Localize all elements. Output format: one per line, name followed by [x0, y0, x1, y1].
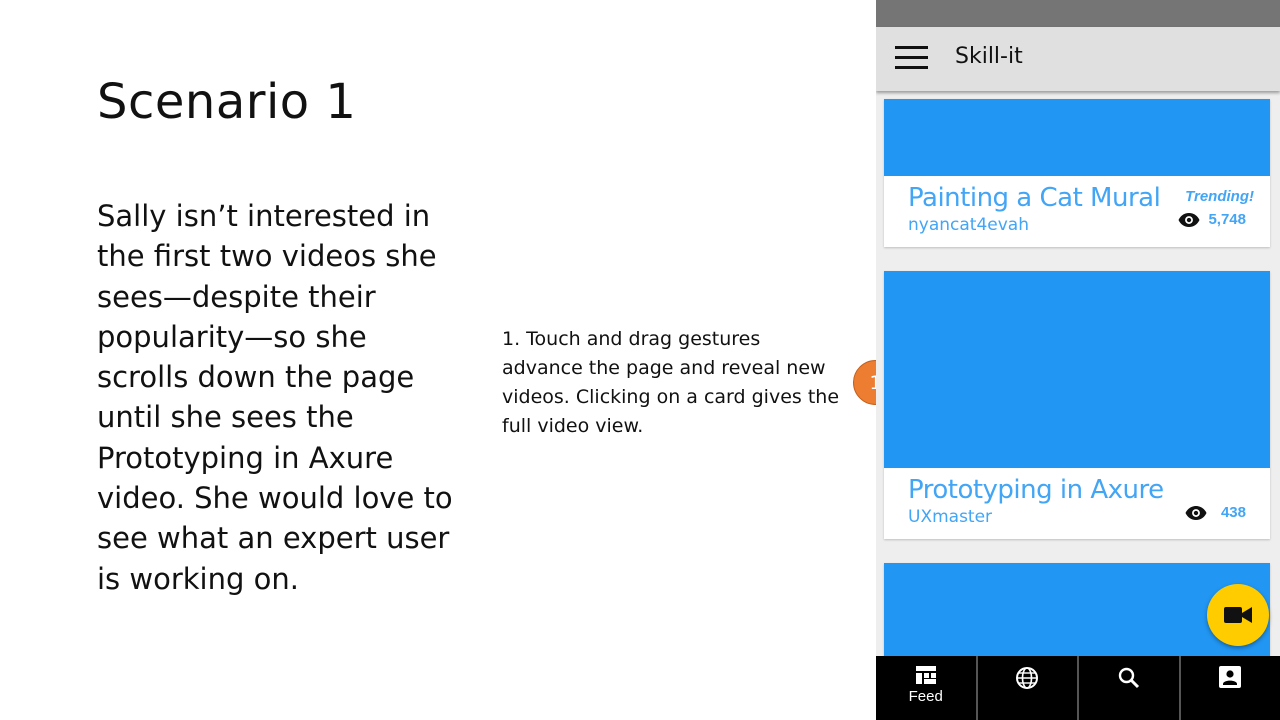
- app-bar: Skill-it: [876, 27, 1280, 91]
- bottom-navigation: Feed: [876, 656, 1280, 720]
- nav-feed[interactable]: Feed: [876, 656, 978, 720]
- phone-mockup: Skill-it Painting a Cat Mural nyancat4ev…: [876, 0, 1280, 720]
- video-thumbnail[interactable]: [884, 271, 1270, 468]
- account-box-icon: [1219, 666, 1242, 688]
- view-count-value: 438: [1220, 504, 1246, 521]
- globe-icon: [1016, 667, 1039, 689]
- video-title: Prototyping in Axure: [908, 475, 1164, 505]
- video-author: nyancat4evah: [908, 215, 1029, 235]
- app-title: Skill-it: [955, 44, 1023, 69]
- record-video-button[interactable]: [1207, 584, 1269, 646]
- video-title: Painting a Cat Mural: [908, 183, 1161, 213]
- search-icon: [1118, 667, 1139, 689]
- eye-icon: [1185, 505, 1207, 520]
- feed-icon: [915, 666, 936, 684]
- scenario-description: Sally isn’t interested in the first two …: [97, 199, 453, 596]
- video-author: UXmaster: [908, 507, 993, 527]
- view-count: 438: [1185, 504, 1246, 521]
- status-bar: [876, 0, 1280, 27]
- view-count: 5,748: [1178, 211, 1246, 228]
- trending-badge: Trending!: [1185, 188, 1254, 205]
- nav-profile[interactable]: [1181, 656, 1280, 720]
- nav-search[interactable]: [1079, 656, 1181, 720]
- video-card[interactable]: Painting a Cat Mural nyancat4evah Trendi…: [884, 99, 1270, 247]
- hamburger-menu-icon[interactable]: [895, 46, 928, 70]
- view-count-value: 5,748: [1208, 211, 1246, 228]
- video-camera-icon: [1224, 607, 1252, 623]
- slide-title: Scenario 1: [97, 74, 357, 130]
- video-card[interactable]: Prototyping in Axure UXmaster 438: [884, 271, 1270, 539]
- eye-icon: [1178, 212, 1200, 227]
- video-thumbnail[interactable]: [884, 99, 1270, 176]
- nav-label: Feed: [908, 688, 943, 705]
- nav-explore[interactable]: [978, 656, 1079, 720]
- gesture-note: 1. Touch and drag gestures advance the p…: [502, 328, 840, 437]
